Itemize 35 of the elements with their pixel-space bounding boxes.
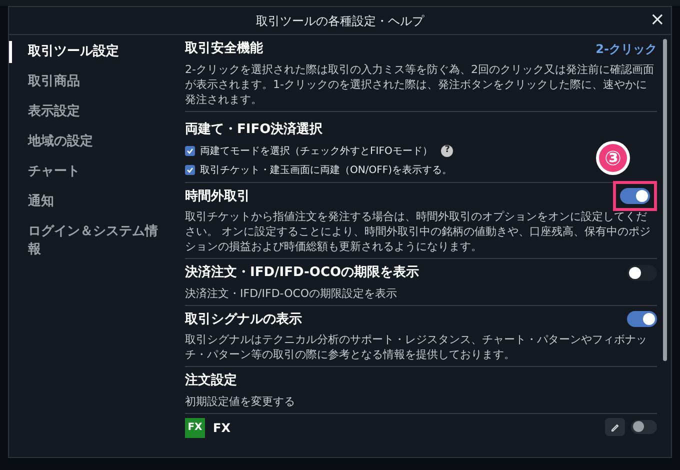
section-description: 2-クリックを選択された際は取引の入力ミス等を防ぐ為、2回のクリック又は発注前に確認画面が表示されます。1-クリックのを選択された際は、発注ボタンをクリックした際に、速やかに発注されます。 (185, 62, 655, 106)
sidebar-item[interactable]: 通知 (9, 191, 179, 213)
section-description: 初期設定値を変更する (185, 394, 296, 408)
mode-link[interactable]: 2-クリック (596, 40, 657, 58)
sidebar-item[interactable]: 表示設定 (9, 101, 179, 123)
section-title: 時間外取引 (185, 188, 250, 206)
toggle-switch[interactable] (627, 264, 657, 281)
sidebar-item[interactable]: 地域の設定 (9, 131, 179, 153)
help-button[interactable]: ? (441, 145, 454, 157)
pencil-icon (610, 422, 620, 432)
window-title: 取引ツールの各種設定・ヘルプ (256, 12, 424, 30)
toggle-switch[interactable] (627, 311, 657, 328)
checkbox-label: 取引チケット・建玉画面に両建（ON/OFF)を表示する。 (200, 164, 452, 178)
sidebar-item[interactable]: チャート (9, 161, 179, 183)
sidebar-item[interactable]: ログイン＆システム情報 (9, 221, 179, 261)
section-title: 取引安全機能 (185, 40, 263, 58)
section-title: 決済注文・IFD/IFD-OCOの期限を表示 (185, 264, 420, 282)
checkbox[interactable] (185, 146, 195, 156)
section-description: 取引シグナルはテクニカル分析のサポート・レジスタンス、チャート・パターンやフィボナッチ・パターン等の取引の際に参考となる情報を提供しております。 (185, 332, 648, 362)
toggle-switch[interactable] (620, 188, 650, 204)
section-description: 取引チケットから指値注文を発注する場合は、時間外取引のオプションをオンに設定してください。 オンに設定することにより、時間外取引中の銘柄の値動きや、口座残高、保有中のポジションの損益および時価総額も更新されるようになります。 (185, 209, 652, 254)
scrollbar[interactable] (663, 39, 667, 361)
checkbox[interactable] (185, 165, 195, 175)
toggle-switch[interactable] (631, 420, 657, 434)
product-badge: FX (185, 418, 205, 438)
edit-button[interactable] (605, 418, 625, 436)
sidebar-item[interactable]: 取引ツール設定 (9, 41, 179, 63)
section-title: 取引シグナルの表示 (185, 310, 302, 328)
section-title: 注文設定 (185, 372, 237, 390)
close-button[interactable]: × (650, 10, 665, 30)
sidebar-item[interactable]: 取引商品 (9, 71, 179, 93)
checkbox-label: 両建てモードを選択（チェック外すとFIFOモード） (200, 144, 432, 158)
section-title: 両建て・FIFO決済選択 (185, 122, 323, 136)
product-label: FX (213, 420, 230, 436)
section-description: 決済注文・IFD/IFD-OCOの期限設定を表示 (185, 286, 398, 300)
